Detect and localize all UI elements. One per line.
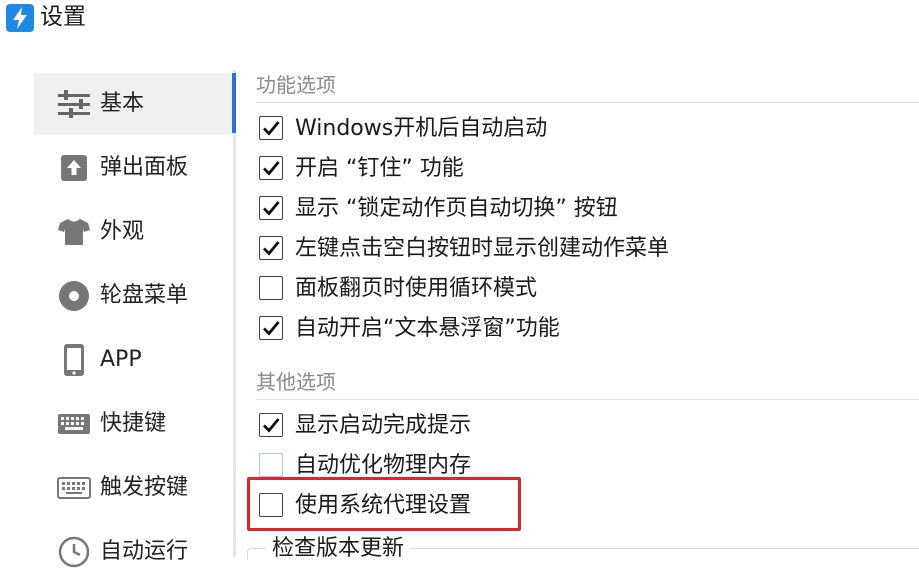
sidebar-item-autorun[interactable]: 自动运行 [34, 521, 234, 583]
option-pin-feature[interactable]: 开启 “钉住” 功能 [257, 153, 907, 185]
keyboard-icon [56, 471, 92, 505]
sidebar-item-label: 外观 [100, 219, 145, 244]
upload-icon [56, 151, 92, 185]
sidebar-item-popup-panel[interactable]: 弹出面板 [34, 137, 234, 199]
lightning-bolt-icon [6, 4, 34, 32]
option-label: 开启 “钉住” 功能 [295, 156, 464, 181]
active-indicator [232, 73, 236, 133]
checkbox[interactable] [259, 116, 283, 140]
checkbox[interactable] [259, 453, 283, 477]
window-title: 设置 [40, 4, 86, 30]
title-bar: 设置 [0, 0, 919, 36]
checkmark-icon [263, 161, 280, 176]
section-title-other: 其他选项 [256, 370, 336, 394]
option-label: 显示启动完成提示 [295, 413, 472, 438]
option-loop-paging[interactable]: 面板翻页时使用循环模式 [257, 273, 907, 305]
sidebar-item-label: 轮盘菜单 [100, 283, 189, 308]
checkbox[interactable] [259, 196, 283, 220]
option-label: 面板翻页时使用循环模式 [295, 276, 538, 301]
disc-icon [56, 279, 92, 313]
sidebar-item-label: 快捷键 [100, 411, 167, 436]
checkbox[interactable] [259, 156, 283, 180]
option-label: Windows开机后自动启动 [295, 116, 548, 141]
checkbox[interactable] [259, 413, 283, 437]
sidebar-item-label: 弹出面板 [100, 155, 189, 180]
checkmark-icon [263, 201, 280, 216]
tshirt-icon [56, 215, 92, 249]
sidebar-item-appearance[interactable]: 外观 [34, 201, 234, 263]
checkmark-icon [263, 241, 280, 256]
option-left-click-create-menu[interactable]: 左键点击空白按钮时显示创建动作菜单 [257, 233, 907, 265]
keyboard-icon [56, 407, 92, 441]
settings-sidebar: 基本 弹出面板 外观 轮盘菜单 APP 快捷键 触发按键 自动运行 [34, 73, 234, 568]
option-label: 显示 “锁定动作页自动切换” 按钮 [295, 196, 618, 221]
checkbox[interactable] [259, 236, 283, 260]
option-text-float-window[interactable]: 自动开启“文本悬浮窗”功能 [257, 313, 907, 345]
sidebar-item-wheel-menu[interactable]: 轮盘菜单 [34, 265, 234, 327]
sidebar-divider [233, 70, 236, 557]
highlight-box [247, 477, 521, 531]
clock-icon [56, 535, 92, 569]
option-lock-page-switch-button[interactable]: 显示 “锁定动作页自动切换” 按钮 [257, 193, 907, 225]
option-windows-autostart[interactable]: Windows开机后自动启动 [257, 113, 907, 145]
section-title-features: 功能选项 [256, 73, 336, 97]
phone-icon [56, 343, 92, 377]
checkmark-icon [263, 321, 280, 336]
sliders-icon [56, 87, 92, 121]
sidebar-item-app[interactable]: APP [34, 329, 234, 391]
sidebar-item-label: 自动运行 [100, 539, 189, 564]
section-divider [256, 102, 919, 103]
option-label: 左键点击空白按钮时显示创建动作菜单 [295, 236, 670, 261]
section-divider [256, 399, 919, 400]
sidebar-item-label: 基本 [100, 91, 145, 116]
option-startup-complete-tip[interactable]: 显示启动完成提示 [257, 410, 907, 442]
update-group-title: 检查版本更新 [266, 534, 411, 564]
sidebar-item-shortcuts[interactable]: 快捷键 [34, 393, 234, 455]
checkmark-icon [263, 418, 280, 433]
checkbox[interactable] [259, 276, 283, 300]
sidebar-item-label: APP [100, 347, 142, 372]
sidebar-item-basic[interactable]: 基本 [34, 73, 234, 135]
checkmark-icon [263, 121, 280, 136]
sidebar-item-trigger-keys[interactable]: 触发按键 [34, 457, 234, 519]
sidebar-item-label: 触发按键 [100, 475, 189, 500]
checkbox[interactable] [259, 316, 283, 340]
option-label: 自动开启“文本悬浮窗”功能 [295, 316, 560, 341]
